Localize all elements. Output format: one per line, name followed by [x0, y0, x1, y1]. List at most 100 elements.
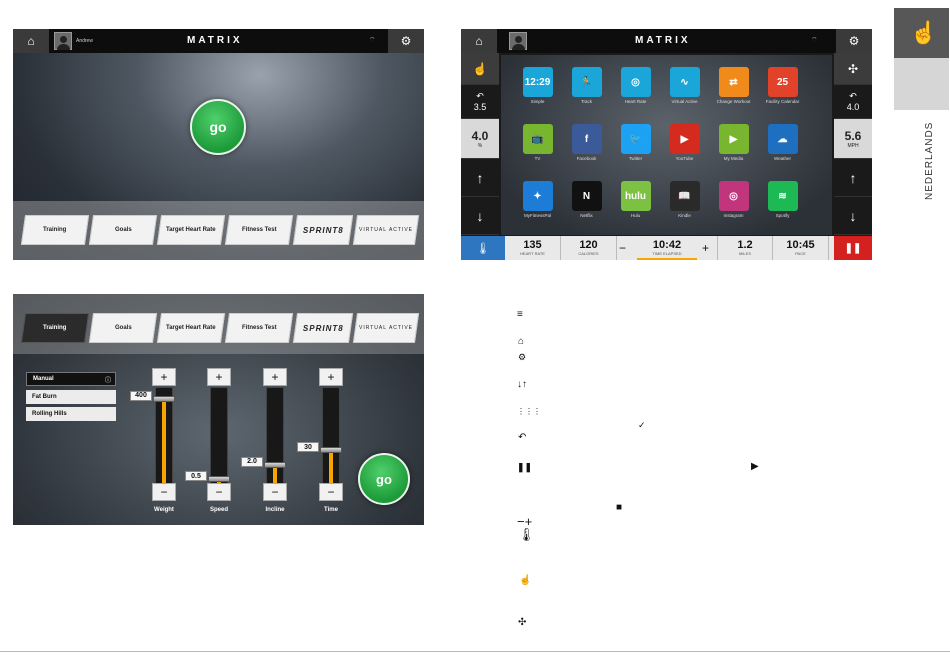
slider-handle[interactable]	[208, 476, 230, 483]
home-button[interactable]: ⌂	[461, 29, 497, 53]
tile-virtual-active[interactable]: VIRTUAL ACTIVE	[352, 313, 420, 343]
arrow-up-icon: ↑	[849, 169, 857, 186]
app-tile[interactable]: ⇄ Change Workout	[710, 67, 757, 104]
app-icon: 📖	[669, 181, 700, 211]
cooling-button[interactable]: 🌡	[461, 236, 505, 260]
arrow-down-icon: ↓	[476, 207, 484, 224]
slider-incline[interactable]: + − Incline	[263, 294, 287, 525]
info-icon[interactable]: ⓘ	[105, 375, 111, 384]
app-tile[interactable]: 📖 Kindle	[661, 181, 708, 218]
app-tile[interactable]: f Facebook	[563, 124, 610, 161]
avatar[interactable]	[509, 32, 527, 50]
app-icon: ▶	[718, 124, 749, 154]
app-tile[interactable]: 🐦 Twitter	[612, 124, 659, 161]
workout-item-rolling-hills[interactable]: Rolling Hills	[26, 407, 116, 421]
workout-item-fat-burn[interactable]: Fat Burn	[26, 390, 116, 404]
slider-minus-button[interactable]: −	[319, 483, 343, 501]
tile-sprint8[interactable]: SPRINT8	[292, 215, 354, 245]
slider-plus-button[interactable]: +	[152, 368, 176, 386]
fan-icon: ✣	[847, 61, 859, 76]
settings-button[interactable]: ⚙	[836, 29, 872, 53]
app-icon: hulu	[620, 181, 651, 211]
app-tile[interactable]: ▶ My Media	[710, 124, 757, 161]
home-icon: ⌂	[27, 34, 35, 48]
slider-time[interactable]: + − Time	[319, 294, 343, 525]
incline-back-button[interactable]: ↶ 3.5	[461, 85, 499, 119]
touch-button[interactable]: ☝	[461, 53, 499, 85]
incline-up-button[interactable]: ↑	[461, 159, 499, 197]
avatar[interactable]	[54, 32, 72, 50]
go-button[interactable]: go	[190, 99, 246, 155]
app-tile[interactable]: N Netflix	[563, 181, 610, 218]
slider-weight[interactable]: + − Weight	[152, 294, 176, 525]
time-minus-button[interactable]: −	[619, 241, 626, 255]
workout-item-manual[interactable]: Manual ⓘ	[26, 372, 116, 386]
app-label: Virtual Active	[671, 99, 698, 104]
tile-goals[interactable]: Goals	[88, 313, 158, 343]
app-label: MyFitnessPal	[523, 213, 551, 218]
app-label: YouTube	[675, 156, 694, 161]
go-button[interactable]: go	[358, 453, 410, 505]
app-tile[interactable]: 📺 TV	[514, 124, 561, 161]
speed-up-button[interactable]: ↑	[834, 159, 872, 197]
back-icon: ↶	[849, 91, 857, 101]
app-tile[interactable]: ≋ Spotify	[759, 181, 806, 218]
app-icon: 25	[767, 67, 798, 97]
app-tile[interactable]: ∿ Virtual Active	[661, 67, 708, 104]
cooling-icon: 🌡	[476, 242, 490, 255]
tile-goals[interactable]: Goals	[88, 215, 158, 245]
app-tile[interactable]: ▶ YouTube	[661, 124, 708, 161]
tile-target-heart-rate[interactable]: Target Heart Rate	[156, 215, 226, 245]
slider-minus-button[interactable]: −	[207, 483, 231, 501]
slider-speed[interactable]: + − Speed	[207, 294, 231, 525]
slider-handle[interactable]	[320, 447, 342, 454]
incline-down-button[interactable]: ↓	[461, 197, 499, 235]
slider-plus-button[interactable]: +	[319, 368, 343, 386]
tile-training[interactable]: Training	[20, 313, 90, 343]
screen-apps: ⌂ MATRIX ⌔ ⚙ ☝ ↶ 3.5 4.0% ↑ ↓ ✣ ↶ 4.0 5.6 M…	[461, 29, 872, 260]
slider-label: Incline	[265, 507, 285, 513]
slider-value: 30	[297, 442, 319, 453]
slider-value: 2.0	[241, 456, 263, 467]
app-tile[interactable]: hulu Hulu	[612, 181, 659, 218]
slider-fill	[329, 450, 333, 484]
speed-down-button[interactable]: ↓	[834, 197, 872, 235]
time-plus-button[interactable]: +	[702, 241, 709, 255]
tile-fitness-test[interactable]: Fitness Test	[224, 215, 294, 245]
app-icon: ◎	[718, 181, 749, 211]
slider-handle[interactable]	[264, 461, 286, 468]
slider-minus-button[interactable]: −	[152, 483, 176, 501]
app-icon: ⇄	[718, 67, 749, 97]
app-label: Kindle	[678, 213, 691, 218]
pause-button[interactable]: ❚❚	[834, 236, 872, 260]
app-tile[interactable]: ☁ Weather	[759, 124, 806, 161]
app-icon: ▶	[669, 124, 700, 154]
app-label: Twitter	[628, 156, 643, 161]
slider-track[interactable]	[210, 387, 228, 484]
app-tile[interactable]: ✦ MyFitnessPal	[514, 181, 561, 218]
arrow-down-icon: ↓	[849, 207, 857, 224]
home-button[interactable]: ⌂	[13, 29, 49, 53]
slider-handle[interactable]	[153, 395, 175, 402]
stat-pace: 10:45 PACE	[773, 236, 829, 260]
hand-touch-icon: ☝	[519, 575, 532, 586]
brand-logo: MATRIX	[187, 35, 243, 46]
slider-plus-button[interactable]: +	[207, 368, 231, 386]
section-icon-tab: ☝	[894, 8, 949, 58]
home-icon: ⌂	[518, 336, 525, 347]
fan-button[interactable]: ✣	[834, 53, 872, 85]
app-tile[interactable]: 12:29 Simple	[514, 67, 561, 104]
hand-touch-icon: ☝	[910, 20, 938, 45]
tile-training[interactable]: Training	[20, 215, 90, 245]
slider-plus-button[interactable]: +	[263, 368, 287, 386]
slider-minus-button[interactable]: −	[263, 483, 287, 501]
app-tile[interactable]: 25 Facility Calendar	[759, 67, 806, 104]
slider-value: 400	[130, 390, 152, 401]
speed-back-button[interactable]: ↶ 4.0	[834, 85, 872, 119]
settings-button[interactable]: ⚙	[388, 29, 424, 53]
app-tile[interactable]: ◎ Instagram	[710, 181, 757, 218]
app-icon: 🏃	[571, 67, 602, 97]
app-tile[interactable]: ◎ Heart Rate	[612, 67, 659, 104]
tile-virtual-active[interactable]: VIRTUAL ACTIVE	[352, 215, 420, 245]
app-tile[interactable]: 🏃 Track	[563, 67, 610, 104]
